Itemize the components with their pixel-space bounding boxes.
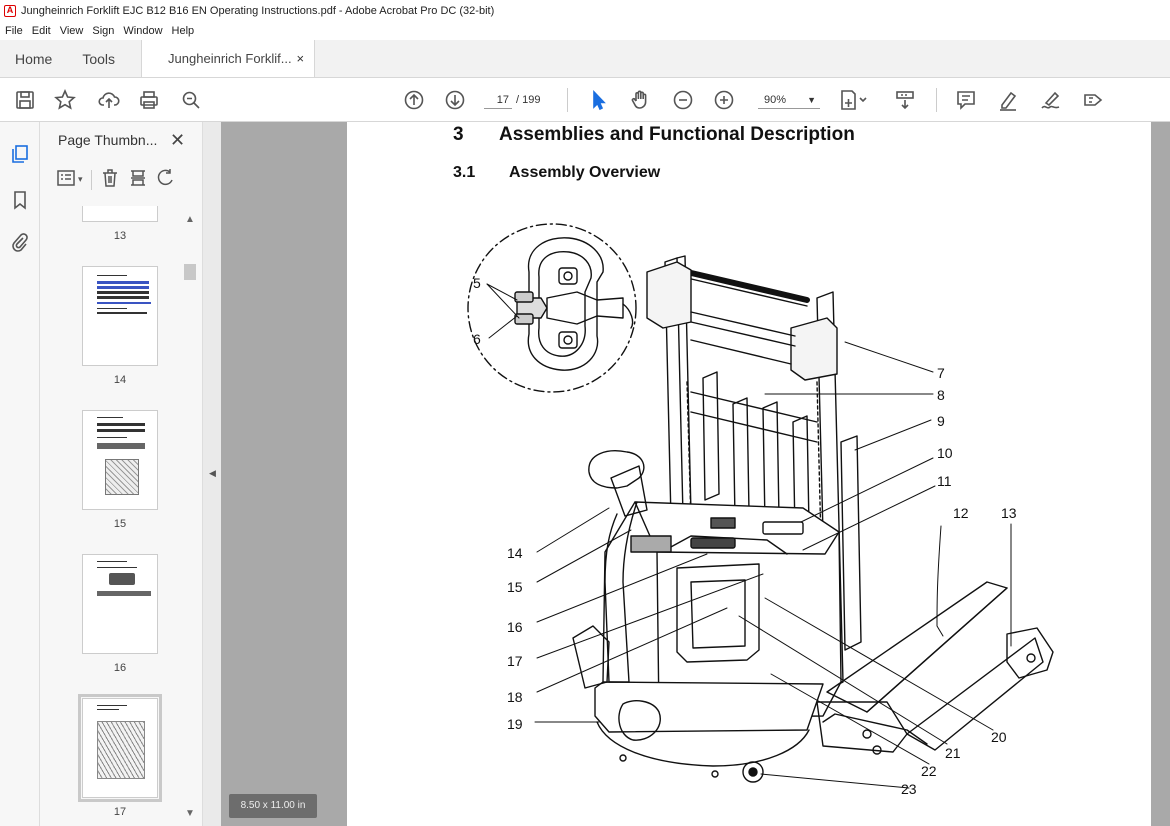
chevron-down-icon[interactable]: ▾ [78, 174, 83, 185]
thumbnail-page-13[interactable] [82, 206, 158, 222]
callout-20: 20 [991, 729, 1007, 745]
tab-document-label: Jungheinrich Forklif... [168, 51, 292, 66]
callout-17: 17 [507, 653, 523, 669]
callout-13: 13 [1001, 505, 1017, 521]
chevron-left-icon: ◀ [209, 468, 216, 478]
tab-tools[interactable]: Tools [67, 40, 141, 77]
page-size-badge: 8.50 x 11.00 in [229, 794, 317, 818]
document-workspace[interactable]: 8.50 x 11.00 in 3 Assemblies and Functio… [221, 122, 1170, 826]
callout-22: 22 [921, 763, 937, 779]
scroll-thumb[interactable] [184, 264, 196, 280]
acrobat-icon: A [4, 4, 16, 17]
bookmark-icon[interactable] [8, 188, 32, 212]
tab-close-icon[interactable]: × [296, 51, 304, 66]
thumbnail-page-16[interactable] [82, 554, 158, 654]
callout-16: 16 [507, 619, 523, 635]
thumbnail-label: 15 [113, 518, 127, 530]
panel-divider [90, 169, 92, 190]
menu-edit[interactable]: Edit [32, 25, 51, 37]
callout-21: 21 [945, 745, 961, 761]
callout-19: 19 [507, 716, 523, 732]
toolbar-divider [567, 88, 568, 112]
page-number-input[interactable]: 17 [484, 91, 512, 109]
left-rail [0, 122, 40, 826]
scroll-down-icon[interactable]: ▼ [185, 808, 195, 819]
toolbar-divider [936, 88, 937, 112]
forklift-assembly-diagram: 5 6 7 8 9 10 11 12 13 14 15 16 17 18 19 … [467, 223, 1054, 797]
page-fit-icon[interactable] [836, 87, 872, 113]
zoom-level-value: 90% [764, 94, 787, 106]
previous-page-icon[interactable] [401, 87, 427, 113]
menu-sign[interactable]: Sign [92, 25, 114, 37]
select-cursor-icon[interactable] [586, 87, 612, 113]
callout-12: 12 [953, 505, 969, 521]
print-icon[interactable] [136, 87, 162, 113]
delete-icon[interactable] [100, 168, 120, 191]
thumbnail-page-15[interactable] [82, 410, 158, 510]
tab-document[interactable]: Jungheinrich Forklif... × [141, 40, 316, 77]
collapse-panel-handle[interactable]: ◀ [203, 122, 221, 826]
callout-6: 6 [473, 331, 481, 347]
page-thumbnails-icon[interactable] [8, 142, 32, 166]
callout-14: 14 [507, 545, 523, 561]
zoom-out-icon[interactable] [670, 87, 696, 113]
page-total: / 199 [516, 94, 541, 106]
tab-home[interactable]: Home [0, 40, 67, 77]
detail-zoom-circle [467, 223, 637, 393]
callout-23: 23 [901, 781, 917, 797]
zoom-search-icon[interactable] [178, 87, 204, 113]
window-title: Jungheinrich Forklift EJC B12 B16 EN Ope… [21, 4, 495, 17]
menu-view[interactable]: View [60, 25, 84, 37]
callout-5: 5 [473, 275, 481, 291]
thumbnail-scrollbar[interactable]: ▲ ▼ [183, 212, 197, 826]
callout-9: 9 [937, 413, 945, 429]
tiller-head-detail [514, 237, 634, 371]
thumbnail-label: 14 [113, 374, 127, 386]
thumbnail-page-17[interactable] [78, 694, 162, 802]
panel-title: Page Thumbn... [58, 132, 158, 148]
upload-cloud-icon[interactable] [96, 87, 122, 113]
callout-15: 15 [507, 579, 523, 595]
thumbnail-options-icon[interactable] [56, 168, 76, 191]
hand-tool-icon[interactable] [627, 87, 653, 113]
scroll-up-icon[interactable]: ▲ [185, 214, 195, 225]
menu-help[interactable]: Help [172, 25, 195, 37]
callout-18: 18 [507, 689, 523, 705]
panel-toolbar: ▾ [56, 168, 176, 191]
save-icon[interactable] [12, 87, 38, 113]
close-icon[interactable]: ✕ [170, 130, 185, 151]
rotate-icon[interactable] [156, 168, 176, 191]
pdf-page: 3 Assemblies and Functional Description … [347, 122, 1151, 826]
share-tag-icon[interactable] [1080, 87, 1106, 113]
menu-bar: File Edit View Sign Window Help [0, 21, 1170, 40]
extract-page-icon[interactable] [128, 168, 148, 191]
callout-11: 11 [937, 473, 952, 489]
attachment-icon[interactable] [8, 230, 32, 254]
chevron-down-icon: ▼ [807, 95, 816, 105]
main-toolbar: 17 / 199 90% ▼ [0, 78, 1170, 122]
sign-icon[interactable] [1038, 87, 1064, 113]
menu-file[interactable]: File [5, 25, 23, 37]
thumbnail-label: 13 [113, 230, 127, 242]
thumbnails-panel: Page Thumbn... ✕ ▾ ▲ ▼ 13 14 15 16 17 [40, 122, 203, 826]
scroll-mode-icon[interactable] [892, 87, 918, 113]
next-page-icon[interactable] [442, 87, 468, 113]
thumbnail-label: 17 [113, 806, 127, 818]
highlight-pen-icon[interactable] [995, 87, 1021, 113]
callout-7: 7 [937, 365, 945, 381]
callout-10: 10 [937, 445, 953, 461]
callout-8: 8 [937, 387, 945, 403]
bookmark-star-icon[interactable] [52, 87, 78, 113]
forks [816, 581, 1054, 755]
menu-window[interactable]: Window [123, 25, 162, 37]
zoom-in-icon[interactable] [711, 87, 737, 113]
title-bar: A Jungheinrich Forklift EJC B12 B16 EN O… [0, 0, 1170, 21]
zoom-level-select[interactable]: 90% ▼ [758, 91, 820, 109]
comment-icon[interactable] [953, 87, 979, 113]
tab-bar: Home Tools Jungheinrich Forklif... × [0, 40, 1170, 78]
thumbnail-page-14[interactable] [82, 266, 158, 366]
thumbnail-label: 16 [113, 662, 127, 674]
